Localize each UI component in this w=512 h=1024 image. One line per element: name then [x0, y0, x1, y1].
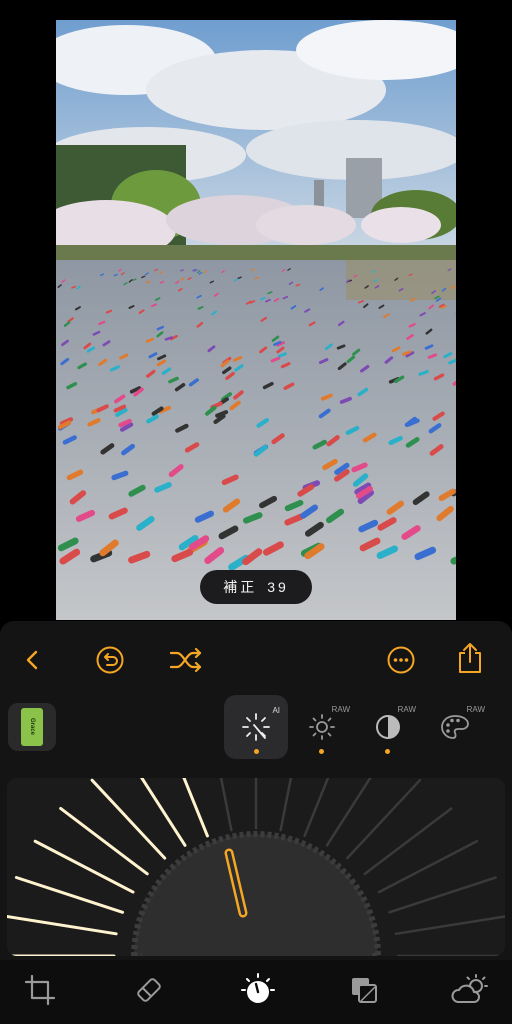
mode-indicator-dot: [385, 749, 390, 754]
shuffle-icon: [169, 647, 202, 673]
tab-crop[interactable]: [16, 966, 64, 1014]
bottom-nav: [0, 960, 512, 1024]
dial-tick: [59, 806, 149, 876]
contrast-icon: [376, 715, 400, 739]
dial-tick: [377, 840, 479, 894]
dial-tick: [7, 914, 118, 936]
adjust-dial-icon: [241, 973, 275, 1003]
photo-image: [56, 20, 456, 620]
mode-indicator-dot: [319, 749, 324, 754]
mode-tag: RAW: [331, 705, 350, 714]
more-icon: [387, 646, 415, 674]
share-icon: [459, 643, 481, 673]
palette-icon: [441, 715, 469, 739]
adjustment-dial[interactable]: [7, 778, 505, 956]
adjustment-badge: 補正 39: [200, 570, 312, 604]
crop-icon: [24, 974, 56, 1006]
mode-tag: RAW: [466, 705, 485, 714]
more-button[interactable]: [381, 640, 421, 680]
dial-tick: [219, 778, 233, 832]
dial-tick: [346, 778, 422, 860]
magic-wand-icon: [242, 713, 270, 741]
tab-weather[interactable]: [446, 966, 494, 1014]
dial-tick: [279, 778, 293, 832]
film-label: Grace: [21, 708, 43, 746]
tab-eraser[interactable]: [125, 966, 173, 1014]
dial-tick: [394, 915, 505, 936]
film-preset-button[interactable]: Grace: [8, 703, 56, 751]
photo-area: 補正 39: [0, 0, 512, 621]
dial-tick: [363, 807, 453, 876]
dial-tick: [325, 778, 372, 847]
dial-tick: [140, 778, 187, 847]
dial-knob-face: [142, 842, 370, 956]
dial-tick: [90, 778, 167, 860]
mode-tag: AI: [272, 706, 280, 715]
undo-icon: [96, 646, 124, 674]
layers-icon: [352, 978, 377, 1003]
undo-button[interactable]: [90, 640, 130, 680]
chevron-left-icon: [26, 650, 38, 670]
photo-preview[interactable]: [56, 20, 456, 620]
mode-color[interactable]: RAW: [423, 695, 487, 759]
tab-layers[interactable]: [340, 966, 388, 1014]
mode-tag: RAW: [397, 705, 416, 714]
adjustment-label: 補正: [223, 579, 258, 595]
dial-graphic: [7, 778, 505, 956]
dial-tick: [14, 876, 125, 914]
share-button[interactable]: [450, 638, 490, 678]
back-button[interactable]: [13, 640, 53, 680]
mode-indicator-dot: [254, 749, 259, 754]
dial-tick: [388, 876, 497, 914]
shuffle-button[interactable]: [166, 640, 206, 680]
adjustment-value: 39: [267, 579, 289, 595]
weather-icon: [451, 974, 488, 1003]
tab-adjust[interactable]: [234, 966, 282, 1014]
eraser-icon: [137, 978, 161, 1002]
dial-tick: [33, 839, 135, 894]
sun-icon: [309, 714, 335, 740]
